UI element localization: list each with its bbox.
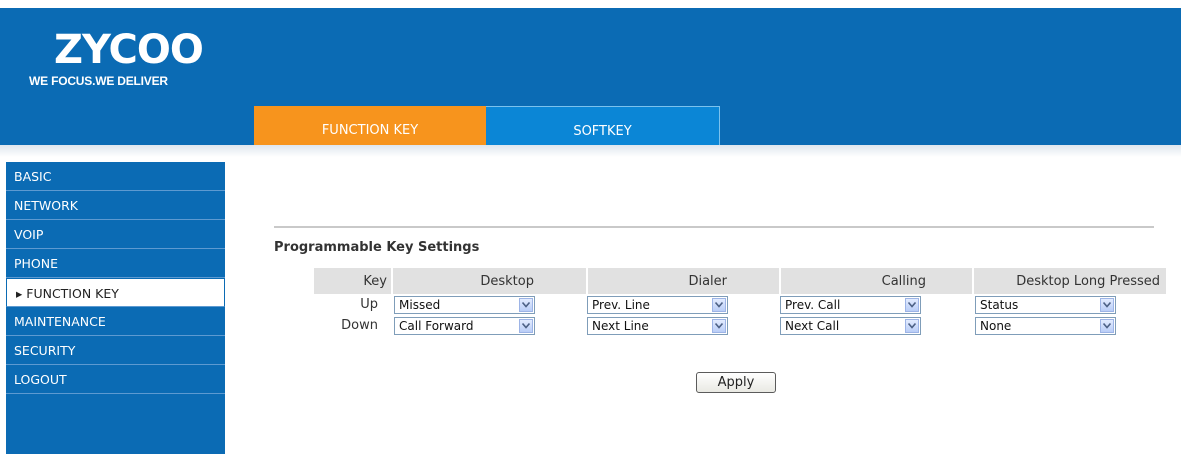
chevron-down-icon[interactable] — [712, 297, 726, 312]
chevron-down-icon[interactable] — [905, 297, 919, 312]
desktop-select[interactable]: Call Forward — [394, 316, 535, 335]
sidebar-item-security[interactable]: SECURITY — [6, 336, 225, 365]
dialer-select[interactable]: Next Line — [587, 316, 728, 335]
header-dialer: Dialer — [587, 268, 781, 294]
programmable-key-table: Key Desktop Dialer Calling Desktop Long … — [314, 268, 1168, 336]
select-value: Prev. Line — [592, 297, 650, 312]
select-value: Prev. Call — [785, 297, 841, 312]
select-value: None — [980, 318, 1012, 333]
sidebar-nav: BASIC NETWORK VOIP PHONE ▸ FUNCTION KEY … — [6, 162, 225, 454]
table-row: Up Missed Prev. Line Prev. Call Status — [314, 294, 1167, 315]
chevron-down-icon[interactable] — [1100, 318, 1114, 333]
long-pressed-select[interactable]: Status — [975, 295, 1116, 314]
select-value: Next Call — [785, 318, 840, 333]
chevron-down-icon[interactable] — [905, 318, 919, 333]
key-name: Down — [341, 318, 378, 333]
header-banner: ZYCOO WE FOCUS.WE DELIVER FUNCTION KEY S… — [0, 8, 1181, 153]
desktop-select[interactable]: Missed — [394, 295, 535, 314]
calling-select[interactable]: Next Call — [780, 316, 921, 335]
calling-select[interactable]: Prev. Call — [780, 295, 921, 314]
logo-tagline: WE FOCUS.WE DELIVER — [29, 74, 168, 88]
sidebar-item-voip[interactable]: VOIP — [6, 220, 225, 249]
table-row: Down Call Forward Next Line Next Call No… — [314, 315, 1167, 336]
sidebar-item-network[interactable]: NETWORK — [6, 191, 225, 220]
table-header-row: Key Desktop Dialer Calling Desktop Long … — [314, 268, 1168, 294]
sidebar-item-maintenance[interactable]: MAINTENANCE — [6, 307, 225, 336]
sidebar-item-function-key[interactable]: ▸ FUNCTION KEY — [6, 278, 225, 307]
sidebar-item-basic[interactable]: BASIC — [6, 162, 225, 191]
apply-button[interactable]: Apply — [696, 372, 776, 393]
header-shadow — [0, 145, 1181, 157]
select-value: Missed — [399, 297, 441, 312]
chevron-down-icon[interactable] — [712, 318, 726, 333]
header-calling: Calling — [780, 268, 974, 294]
chevron-down-icon[interactable] — [519, 297, 533, 312]
header-desktop: Desktop — [392, 268, 588, 294]
header-desktop-long-pressed: Desktop Long Pressed — [973, 268, 1168, 294]
select-value: Status — [980, 297, 1019, 312]
select-value: Call Forward — [399, 318, 474, 333]
logo-wordmark: ZYCOO — [54, 27, 204, 73]
section-title: Programmable Key Settings — [274, 240, 480, 255]
dialer-select[interactable]: Prev. Line — [587, 295, 728, 314]
section-divider — [274, 226, 1154, 228]
chevron-down-icon[interactable] — [519, 318, 533, 333]
key-name: Up — [360, 297, 378, 312]
brand-logo: ZYCOO WE FOCUS.WE DELIVER — [29, 27, 224, 88]
sidebar-item-logout[interactable]: LOGOUT — [6, 365, 225, 394]
sidebar-item-phone[interactable]: PHONE — [6, 249, 225, 278]
select-value: Next Line — [592, 318, 649, 333]
long-pressed-select[interactable]: None — [975, 316, 1116, 335]
chevron-down-icon[interactable] — [1100, 297, 1114, 312]
header-key: Key — [314, 268, 393, 294]
